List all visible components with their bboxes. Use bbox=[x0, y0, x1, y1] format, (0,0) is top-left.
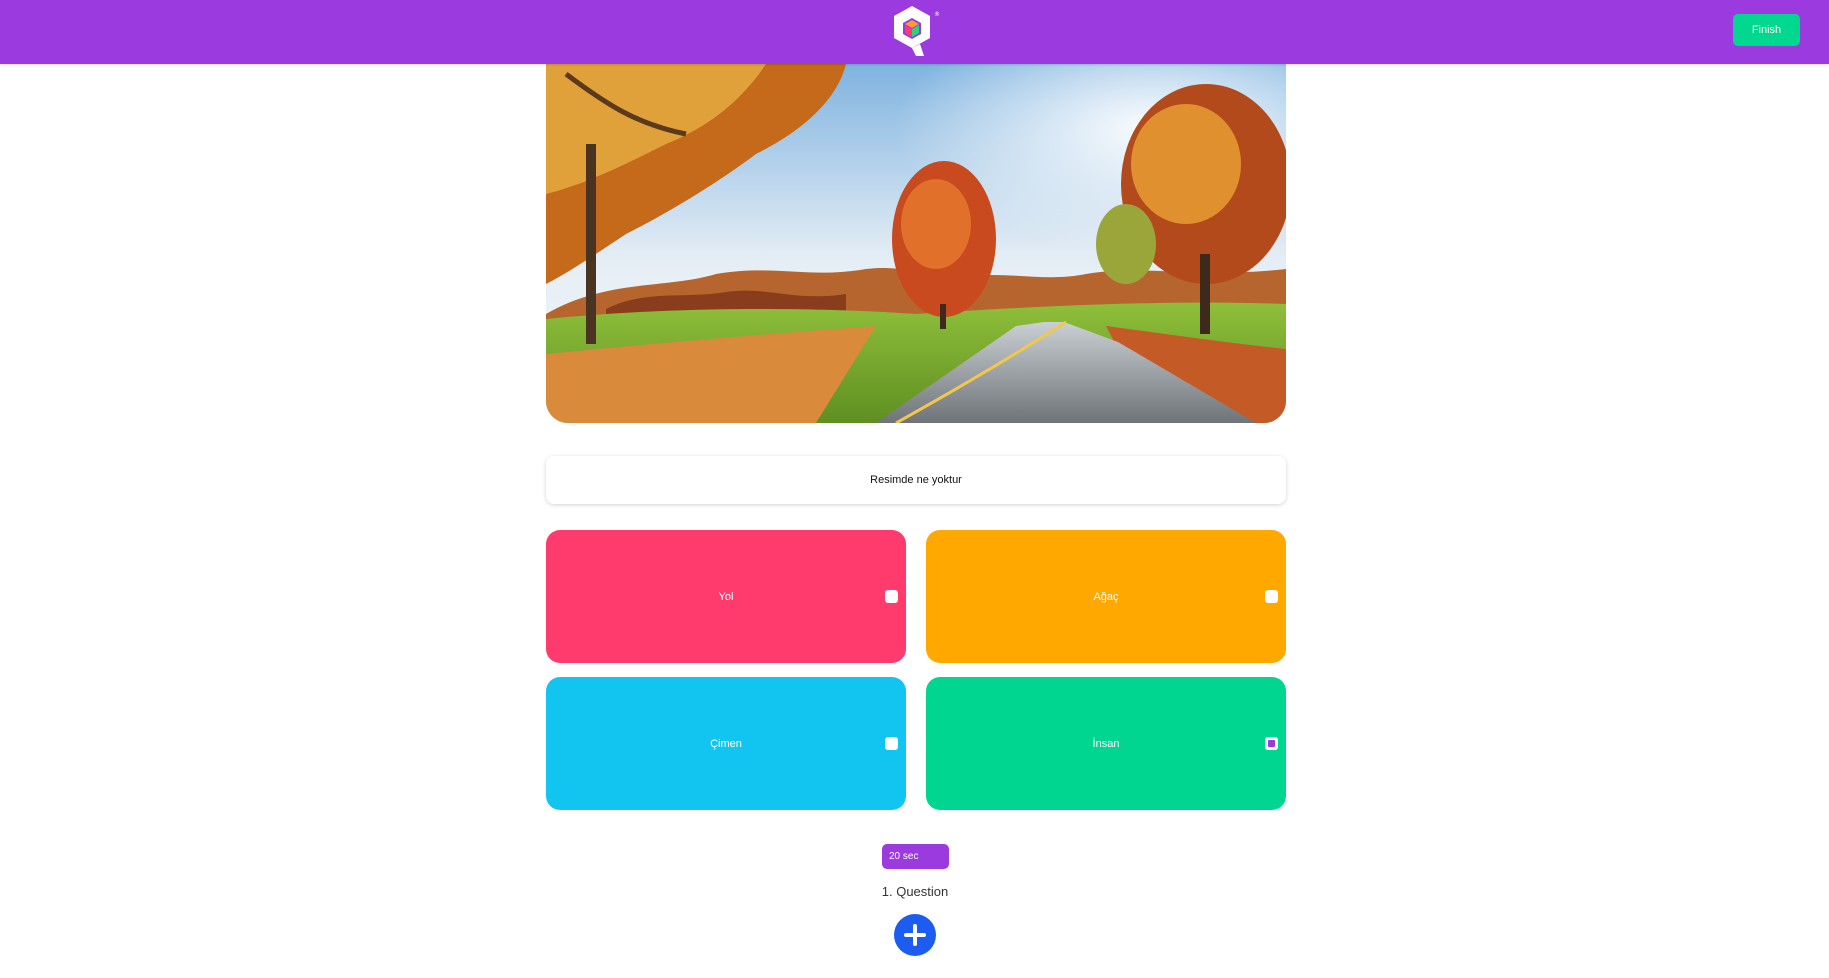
answer-checkbox[interactable] bbox=[885, 737, 898, 750]
question-number: 1. Question bbox=[881, 884, 949, 899]
quiz-cube-logo[interactable]: ® bbox=[890, 4, 940, 58]
answer-label: İnsan bbox=[1092, 737, 1120, 750]
answer-checkbox[interactable] bbox=[1265, 590, 1278, 603]
question-text[interactable]: Resimde ne yoktur bbox=[546, 456, 1286, 504]
svg-text:®: ® bbox=[934, 11, 940, 18]
answer-label: Yol bbox=[718, 590, 734, 603]
finish-button[interactable]: Finish bbox=[1733, 14, 1800, 46]
answer-option-4[interactable]: İnsan bbox=[926, 677, 1286, 810]
answer-option-2[interactable]: Ağaç bbox=[926, 530, 1286, 663]
answer-checkbox[interactable] bbox=[1265, 737, 1278, 750]
answer-checkbox[interactable] bbox=[885, 590, 898, 603]
top-bar: ® Finish bbox=[0, 0, 1829, 64]
answer-label: Ağaç bbox=[1093, 590, 1119, 603]
answer-option-3[interactable]: Çimen bbox=[546, 677, 906, 810]
answer-label: Çimen bbox=[710, 737, 742, 750]
answer-option-1[interactable]: Yol bbox=[546, 530, 906, 663]
add-question-button[interactable] bbox=[894, 914, 936, 956]
question-image bbox=[546, 64, 1286, 423]
timer-select[interactable]: 20 sec bbox=[882, 844, 949, 869]
